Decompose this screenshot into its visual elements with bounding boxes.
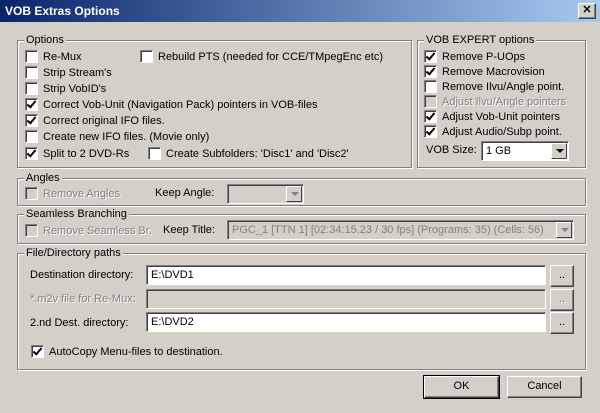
remove-macrovision-checkbox[interactable]: Remove Macrovision: [424, 64, 545, 79]
remove-angles-checkbox: Remove Angles: [25, 186, 120, 201]
correct-ifo-checkbox[interactable]: Correct original IFO files.: [25, 113, 165, 128]
correct-vobu-checkbox[interactable]: Correct Vob-Unit (Navigation Pack) point…: [25, 97, 318, 112]
paths-legend: File/Directory paths: [24, 247, 123, 260]
vob-size-select[interactable]: 1 GB: [481, 141, 569, 161]
options-legend: Options: [24, 34, 66, 47]
cancel-button[interactable]: Cancel: [507, 376, 582, 398]
browse-m2v-button: ..: [550, 289, 574, 311]
remove-ilvu-checkbox[interactable]: Remove Ilvu/Angle point.: [424, 79, 564, 94]
adjust-audio-checkbox[interactable]: Adjust Audio/Subp point.: [424, 124, 562, 139]
window-title: VOB Extras Options: [5, 4, 120, 18]
strip-vobids-checkbox[interactable]: Strip VobID's: [25, 81, 106, 96]
destination-directory-input[interactable]: E:\DVD1: [146, 265, 546, 285]
dest-label: Destination directory:: [30, 269, 134, 281]
expert-legend: VOB EXPERT options: [424, 34, 537, 47]
vob-size-label: VOB Size:: [426, 144, 477, 156]
create-subfolders-checkbox[interactable]: Create Subfolders: 'Disc1' and 'Disc2': [148, 146, 349, 161]
browse-dest-button[interactable]: ..: [550, 265, 574, 287]
adjust-vobu-checkbox[interactable]: Adjust Vob-Unit pointers: [424, 109, 560, 124]
chevron-down-icon: [551, 143, 567, 159]
keep-angle-select: [227, 184, 304, 204]
remove-puops-checkbox[interactable]: Remove P-UOps: [424, 49, 525, 64]
rebuild-pts-checkbox[interactable]: Rebuild PTS (needed for CCE/TMpegEnc etc…: [140, 49, 383, 64]
close-icon: ✕: [582, 4, 592, 16]
second-destination-input[interactable]: E:\DVD2: [146, 312, 546, 332]
dest2-label: 2.nd Dest. directory:: [30, 317, 129, 329]
seamless-legend: Seamless Branching: [24, 208, 129, 221]
chevron-down-icon: [286, 186, 302, 202]
split-dvdr-checkbox[interactable]: Split to 2 DVD-Rs: [25, 146, 129, 161]
m2v-file-input: [146, 289, 546, 309]
keep-title-label: Keep Title:: [163, 224, 215, 236]
chevron-down-icon: [556, 222, 572, 238]
remove-seamless-checkbox: Remove Seamless Br.: [25, 223, 152, 238]
keep-angle-label: Keep Angle:: [155, 187, 215, 199]
close-button[interactable]: ✕: [578, 3, 596, 19]
browse-dest2-button[interactable]: ..: [550, 312, 574, 334]
title-bar: VOB Extras Options ✕: [0, 0, 600, 22]
keep-title-select: PGC_1 [TTN 1] [02:34:15.23 / 30 fps] (Pr…: [227, 220, 574, 240]
m2v-label: *.m2v file for Re-Mux:: [30, 293, 136, 305]
strip-streams-checkbox[interactable]: Strip Stream's: [25, 65, 112, 80]
create-ifo-checkbox[interactable]: Create new IFO files. (Movie only): [25, 129, 209, 144]
angles-legend: Angles: [24, 172, 62, 185]
remux-checkbox[interactable]: Re-Mux: [25, 49, 82, 64]
ok-button[interactable]: OK: [423, 375, 500, 399]
autocopy-checkbox[interactable]: AutoCopy Menu-files to destination.: [31, 344, 223, 359]
adjust-ilvu-checkbox: Adjust Ilvu/Angle pointers: [424, 94, 566, 109]
